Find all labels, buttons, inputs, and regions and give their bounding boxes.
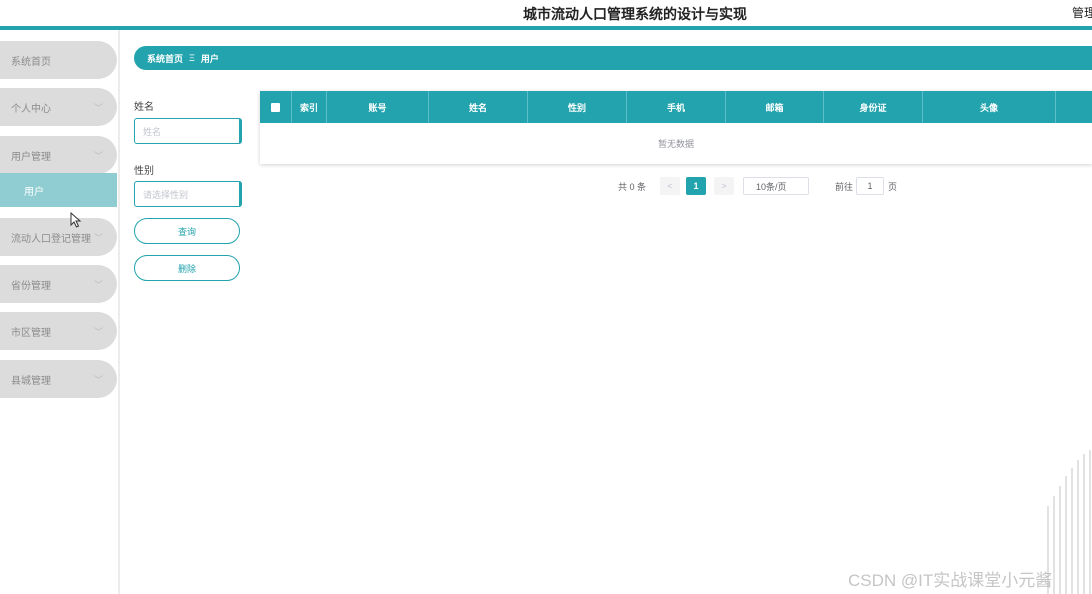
pagination-goto-value: 1 xyxy=(867,181,873,191)
name-filter-label: 姓名 xyxy=(134,102,154,113)
column-header-name[interactable]: 姓名 xyxy=(429,91,528,123)
breadcrumb-home[interactable]: 系统首页 xyxy=(147,52,183,65)
sidebar-item-label: 系统首页 xyxy=(11,56,51,68)
breadcrumb-separator-icon: Ξ xyxy=(189,53,195,63)
chevron-down-icon: ﹀ xyxy=(93,327,103,337)
breadcrumb-current: 用户 xyxy=(200,53,219,64)
app-title: 城市流动人口管理系统的设计与实现 xyxy=(523,6,747,22)
column-header-extra xyxy=(1056,91,1092,123)
chevron-down-icon: ﹀ xyxy=(93,151,103,161)
pagination-page-suffix: 页 xyxy=(888,181,898,192)
sidebar-item-label: 省份管理 xyxy=(11,280,51,292)
sidebar-item-user-management[interactable]: 用户管理 ﹀ xyxy=(0,136,117,174)
sidebar-item-label: 用户管理 xyxy=(11,151,51,163)
chevron-down-icon: ﹀ xyxy=(93,375,103,385)
column-header-index[interactable]: 索引 xyxy=(292,91,327,123)
column-header-id-card[interactable]: 身份证 xyxy=(824,91,923,123)
breadcrumb: 系统首页 Ξ 用户 xyxy=(134,46,1092,70)
admin-label[interactable]: 管理 xyxy=(1072,4,1092,21)
sidebar-item-label: 市区管理 xyxy=(11,327,51,339)
sidebar-item-county[interactable]: 县城管理 ﹀ xyxy=(0,360,117,398)
user-table: 索引 账号 姓名 性别 手机 邮箱 身份证 头像 暂无数据 xyxy=(260,91,1092,164)
sidebar-item-province[interactable]: 省份管理 ﹀ xyxy=(0,265,117,303)
query-button[interactable]: 查询 xyxy=(134,218,240,244)
sidebar-item-label: 个人中心 xyxy=(11,103,51,115)
name-input[interactable]: 姓名 xyxy=(134,118,242,144)
delete-button[interactable]: 删除 xyxy=(134,255,240,281)
table-empty-text: 暂无数据 xyxy=(657,139,694,149)
column-header-email[interactable]: 邮箱 xyxy=(726,91,824,123)
sidebar-item-home[interactable]: 系统首页 xyxy=(0,41,117,79)
pagination-page-1[interactable]: 1 xyxy=(686,177,706,195)
top-bar: 城市流动人口管理系统的设计与实现 管理 xyxy=(0,0,1092,26)
pagination-prev-button[interactable]: < xyxy=(660,177,680,195)
column-header-avatar[interactable]: 头像 xyxy=(923,91,1056,123)
gender-select[interactable]: 请选择性别 xyxy=(134,181,242,207)
sidebar-item-city[interactable]: 市区管理 ﹀ xyxy=(0,312,117,350)
sidebar-item-label: 县城管理 xyxy=(11,375,51,387)
pagination-page-size-value: 10条/页 xyxy=(756,181,787,192)
gender-select-placeholder: 请选择性别 xyxy=(143,189,189,200)
mouse-cursor-icon xyxy=(70,212,82,228)
pagination-goto-label: 前往 xyxy=(835,181,854,192)
pagination-page-size-select[interactable]: 10条/页 xyxy=(743,177,809,195)
column-header-phone[interactable]: 手机 xyxy=(627,91,726,123)
sidebar-item-personal-center[interactable]: 个人中心 ﹀ xyxy=(0,88,117,126)
chevron-down-icon: ﹀ xyxy=(93,233,103,243)
name-input-placeholder: 姓名 xyxy=(143,126,162,137)
table-header: 索引 账号 姓名 性别 手机 邮箱 身份证 头像 xyxy=(260,91,1092,123)
sidebar-subitem-user[interactable]: 用户 xyxy=(0,173,117,207)
pagination-total: 共 0 条 xyxy=(618,181,647,192)
select-all-checkbox-cell[interactable] xyxy=(260,91,292,123)
csdn-watermark: CSDN @IT实战课堂小元酱 xyxy=(848,571,1053,590)
sidebar: 系统首页 个人中心 ﹀ 用户管理 ﹀ 用户 流动人口登记管理 ﹀ 省份管理 ﹀ … xyxy=(0,30,120,594)
column-header-account[interactable]: 账号 xyxy=(327,91,429,123)
select-all-checkbox[interactable] xyxy=(271,102,280,112)
column-header-gender[interactable]: 性别 xyxy=(528,91,627,123)
pagination-goto-input[interactable]: 1 xyxy=(856,177,884,195)
sidebar-item-floating-population[interactable]: 流动人口登记管理 ﹀ xyxy=(0,218,117,256)
sidebar-item-label: 流动人口登记管理 xyxy=(11,233,91,245)
pagination-next-button[interactable]: > xyxy=(714,177,734,195)
sidebar-item-label: 用户 xyxy=(24,186,44,198)
gender-filter-label: 性别 xyxy=(134,166,154,177)
chevron-down-icon: ﹀ xyxy=(93,280,103,290)
top-bar-accent-line xyxy=(0,26,1092,30)
chevron-down-icon: ﹀ xyxy=(93,103,103,113)
